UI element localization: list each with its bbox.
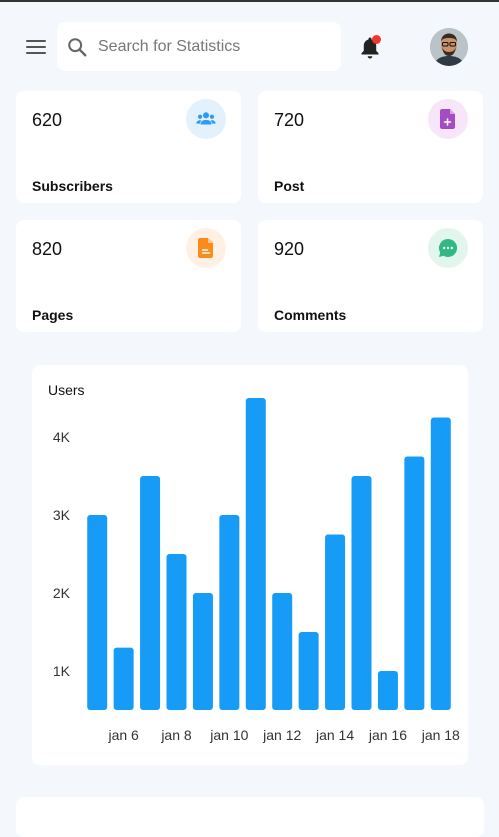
x-tick-label: jan 10 (209, 727, 248, 743)
search-input[interactable] (96, 34, 330, 60)
bar-jan-16[interactable] (377, 671, 398, 710)
users-chart-card: Users 1K 2K 3K 4K jan 6 jan 8 jan 10 jan 12 jan… (32, 365, 468, 765)
y-tick-label: 2K (53, 585, 71, 601)
x-tick-label: jan 18 (421, 727, 460, 743)
avatar[interactable] (430, 28, 468, 66)
post-add-icon (440, 109, 455, 129)
search-bar[interactable] (57, 22, 341, 71)
x-axis: jan 6 jan 8 jan 10 jan 12 jan 14 jan 16 jan 18 (107, 727, 460, 743)
y-tick-label: 4K (53, 429, 71, 445)
bar-jan-7[interactable] (140, 476, 161, 710)
menu-button[interactable] (26, 40, 46, 54)
users-bar-chart: Users 1K2K3K4K jan 6 jan 8 jan 10 jan 12 jan… (48, 382, 460, 743)
x-tick-label: jan 8 (160, 727, 192, 743)
bar-jan-18[interactable] (430, 417, 451, 711)
bar-jan-10[interactable] (219, 515, 240, 710)
y-tick-label: 1K (53, 663, 71, 679)
bar-jan-14[interactable] (325, 534, 346, 711)
x-tick-label: jan 14 (315, 727, 354, 743)
x-tick-label: jan 16 (368, 727, 407, 743)
x-tick-label: jan 6 (107, 727, 139, 743)
stat-icon-badge (428, 99, 468, 139)
top-border (0, 0, 499, 2)
menu-icon-line (26, 46, 46, 48)
menu-icon-line (26, 40, 46, 42)
stat-label: Subscribers (32, 178, 113, 194)
stat-card-comments[interactable]: 920 Comments (258, 220, 483, 332)
bottom-card (16, 797, 484, 837)
bar-jan-12[interactable] (272, 593, 293, 710)
bar-jan-5[interactable] (87, 515, 108, 710)
bar-jan-6[interactable] (113, 647, 134, 710)
bar-jan-15[interactable] (351, 476, 372, 710)
notification-badge (372, 35, 381, 44)
comment-icon (438, 238, 458, 257)
bars (87, 398, 451, 710)
x-tick-label: jan 12 (262, 727, 301, 743)
stat-card-subscribers[interactable]: 620 Subscribers (16, 91, 241, 203)
bar-jan-17[interactable] (404, 456, 425, 711)
chart-title: Users (48, 382, 85, 398)
stat-label: Pages (32, 307, 74, 323)
y-tick-label: 3K (53, 507, 71, 523)
stat-icon-badge (186, 99, 226, 139)
stat-value: 620 (32, 110, 63, 130)
stat-card-post[interactable]: 720 Post (258, 91, 483, 203)
bar-jan-9[interactable] (192, 593, 213, 710)
page-icon (198, 238, 213, 258)
stat-value: 820 (32, 239, 63, 259)
stat-icon-badge (428, 228, 468, 268)
menu-icon-line (26, 52, 46, 54)
stat-card-pages[interactable]: 820 Pages (16, 220, 241, 332)
users-icon (196, 112, 216, 125)
bar-jan-11[interactable] (245, 398, 266, 710)
stat-icon-badge (186, 228, 226, 268)
stat-label: Post (274, 178, 305, 194)
user-avatar-icon (430, 28, 468, 66)
stat-label: Comments (274, 307, 347, 323)
stat-value: 920 (274, 239, 305, 259)
bar-jan-8[interactable] (166, 554, 187, 710)
y-axis: 1K 2K 3K 4K (53, 429, 71, 679)
bar-jan-13[interactable] (298, 632, 319, 710)
search-icon (68, 38, 87, 57)
stat-value: 720 (274, 110, 305, 130)
